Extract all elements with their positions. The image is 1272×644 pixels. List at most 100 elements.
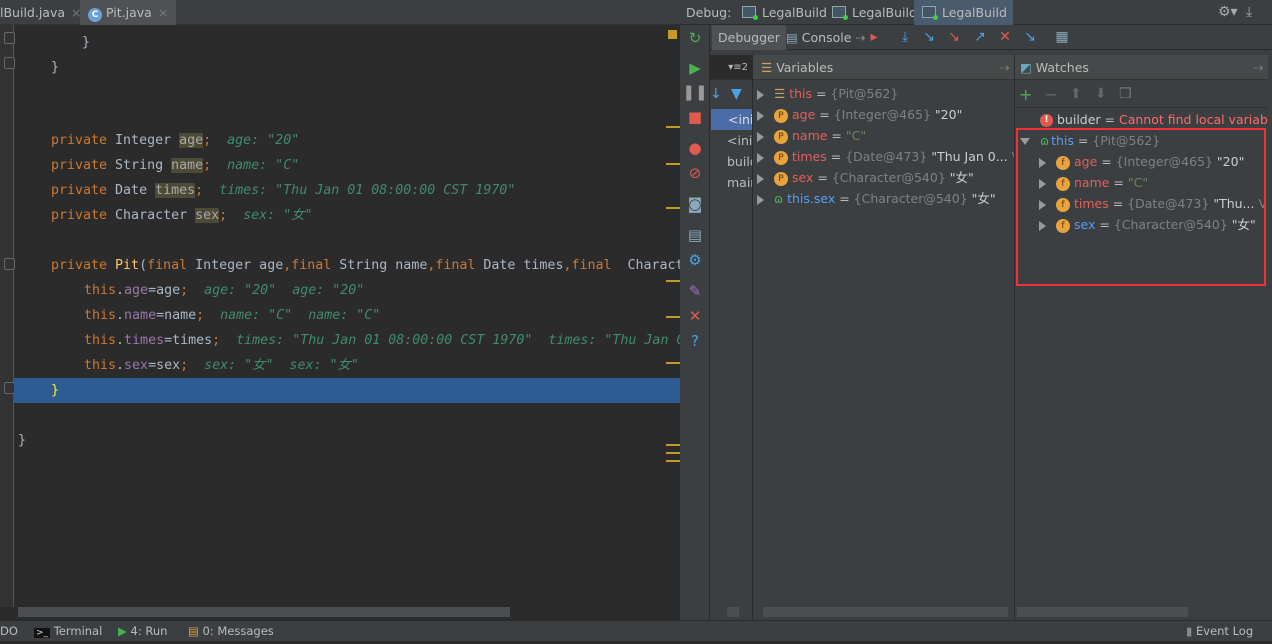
- error-stripe-mark[interactable]: [666, 444, 680, 446]
- code-line[interactable]: private String name; name: "C": [0, 153, 666, 178]
- expand-icon[interactable]: [757, 173, 764, 184]
- code-token: final: [291, 258, 340, 273]
- frames-scrollbar[interactable]: [727, 607, 739, 617]
- run-to-cursor-icon[interactable]: ↘: [1021, 28, 1039, 46]
- step-out-icon[interactable]: ↗: [971, 28, 989, 46]
- force-step-into-icon[interactable]: ↘: [945, 28, 963, 46]
- filter-icon[interactable]: ▼: [731, 86, 742, 102]
- variable-row[interactable]: Page = {Integer@465} "20": [757, 104, 1014, 125]
- error-stripe-mark[interactable]: [666, 452, 680, 454]
- hide-icon[interactable]: ⤓: [1246, 0, 1252, 25]
- error-stripe-mark[interactable]: [666, 460, 680, 462]
- view-breakpoints-icon[interactable]: ●: [682, 138, 708, 158]
- move-up-icon[interactable]: ⬆: [1070, 86, 1082, 102]
- gear-icon[interactable]: ⚙▾: [1218, 0, 1238, 25]
- tab-debugger[interactable]: Debugger: [712, 25, 786, 50]
- event-log-button[interactable]: ▮ Event Log: [1186, 621, 1253, 642]
- code-token: ;: [212, 333, 221, 348]
- pause-icon[interactable]: ❚❚: [682, 82, 708, 102]
- add-watch-icon[interactable]: +: [1019, 85, 1032, 104]
- variables-scrollbar[interactable]: [763, 607, 1008, 617]
- expand-icon[interactable]: [757, 194, 764, 205]
- variable-row[interactable]: ɷ this.sex = {Character@540} "女": [757, 188, 1014, 209]
- copy-icon[interactable]: ❐: [1119, 86, 1132, 102]
- stack-frame[interactable]: build: [711, 151, 752, 172]
- stack-frame[interactable]: <init: [711, 130, 752, 151]
- analysis-status-icon[interactable]: [668, 30, 677, 39]
- code-line[interactable]: this.name=name; name: "C" name: "C": [0, 303, 666, 328]
- show-execution-point-icon[interactable]: ▸: [865, 28, 883, 46]
- session-tab[interactable]: LegalBuild: [734, 0, 833, 25]
- threads-dropdown[interactable]: ▾≡2: [710, 55, 752, 80]
- remove-watch-icon[interactable]: −: [1044, 85, 1057, 104]
- frame-down-icon[interactable]: ↓: [710, 86, 722, 102]
- code-token: age: [179, 133, 204, 148]
- watch-error-row[interactable]: ! builder = Cannot find local variable 'b…: [1040, 109, 1268, 130]
- code-token: ;: [203, 158, 212, 173]
- close-icon[interactable]: ×: [158, 5, 168, 20]
- code-line[interactable]: }: [0, 55, 666, 80]
- pin-icon[interactable]: ⇢: [1000, 55, 1010, 80]
- equals: =: [812, 86, 831, 101]
- variable-row[interactable]: Ptimes = {Date@473} "Thu Jan 0... View: [757, 146, 1014, 167]
- expand-icon[interactable]: [757, 110, 764, 121]
- move-down-icon[interactable]: ⬇: [1095, 86, 1107, 102]
- help-icon[interactable]: ?: [682, 331, 708, 351]
- code-line[interactable]: this.age=age; age: "20" age: "20": [0, 278, 666, 303]
- messages-button[interactable]: ▤ 0: Messages: [188, 621, 274, 642]
- code-line[interactable]: private Date times; times: "Thu Jan 01 0…: [0, 178, 666, 203]
- variable-type: {Date@473}: [845, 149, 932, 164]
- close-icon[interactable]: ✕: [682, 306, 708, 326]
- variable-row[interactable]: Pname = "C": [757, 125, 1014, 146]
- code-line[interactable]: this.times=times; times: "Thu Jan 01 08:…: [0, 328, 845, 353]
- variable-row[interactable]: Psex = {Character@540} "女": [757, 167, 1014, 188]
- step-into-icon[interactable]: ↘: [920, 28, 938, 46]
- variable-value: "20": [934, 107, 963, 122]
- stack-frame[interactable]: <init: [711, 109, 752, 130]
- run-button[interactable]: ▶ 4: Run: [118, 621, 167, 642]
- expand-icon[interactable]: [757, 89, 764, 100]
- rerun-icon[interactable]: ↻: [682, 28, 708, 48]
- layout-icon[interactable]: ▤: [682, 225, 708, 245]
- evaluate-expression-icon[interactable]: ▦: [1053, 28, 1071, 46]
- editor-horizontal-scrollbar[interactable]: [18, 607, 510, 617]
- watches-scrollbar[interactable]: [1017, 607, 1188, 617]
- error-message: Cannot find local variable 'builder': [1119, 112, 1268, 127]
- todo-button[interactable]: DO: [0, 621, 18, 642]
- step-over-icon[interactable]: ⤓: [896, 28, 914, 46]
- code-line[interactable]: }: [0, 30, 666, 55]
- tab-legalbuild-java[interactable]: lBuild.java ×: [0, 0, 90, 25]
- equals: =: [827, 128, 846, 143]
- pin-icon[interactable]: ⇢: [1254, 55, 1264, 80]
- settings-icon[interactable]: ⚙: [682, 250, 708, 270]
- error-stripe-mark[interactable]: [666, 280, 680, 282]
- session-tab[interactable]: LegalBuild: [824, 0, 923, 25]
- error-icon: !: [1040, 114, 1053, 127]
- error-stripe-mark[interactable]: [666, 126, 680, 128]
- code-line[interactable]: private Pit(final Integer age,final Stri…: [0, 253, 740, 278]
- camera-icon[interactable]: ◙: [682, 194, 708, 214]
- error-stripe-mark[interactable]: [666, 163, 680, 165]
- error-stripe-mark[interactable]: [666, 316, 680, 318]
- code-line[interactable]: private Character sex; sex: "女": [0, 203, 666, 228]
- stop-icon[interactable]: ■: [682, 107, 708, 127]
- variable-row[interactable]: ☰ this = {Pit@562}: [757, 83, 1014, 104]
- code-line[interactable]: private Integer age; age: "20": [0, 128, 666, 153]
- code-line[interactable]: }: [0, 428, 666, 453]
- watches-icon: ◩: [1020, 60, 1036, 75]
- stack-frame[interactable]: main: [711, 172, 752, 193]
- mute-breakpoints-icon[interactable]: ⊘: [682, 163, 708, 183]
- session-tab-active[interactable]: LegalBuild: [914, 0, 1013, 25]
- variable-type: {Pit@562}: [830, 86, 899, 101]
- pin-icon[interactable]: ✎: [682, 281, 708, 301]
- tab-pit-java[interactable]: C Pit.java ×: [80, 0, 177, 25]
- expand-icon[interactable]: [757, 131, 764, 142]
- error-stripe-mark[interactable]: [666, 207, 680, 209]
- drop-frame-icon[interactable]: ✕: [996, 28, 1014, 46]
- error-stripe-mark[interactable]: [666, 362, 680, 364]
- expand-icon[interactable]: [757, 152, 764, 163]
- resume-icon[interactable]: ▶: [682, 58, 708, 78]
- code-line[interactable]: this.sex=sex; sex: "女" sex: "女": [0, 353, 666, 378]
- tab-console[interactable]: ▤ Console ⇢: [780, 25, 872, 50]
- code-line[interactable]: }: [0, 378, 666, 403]
